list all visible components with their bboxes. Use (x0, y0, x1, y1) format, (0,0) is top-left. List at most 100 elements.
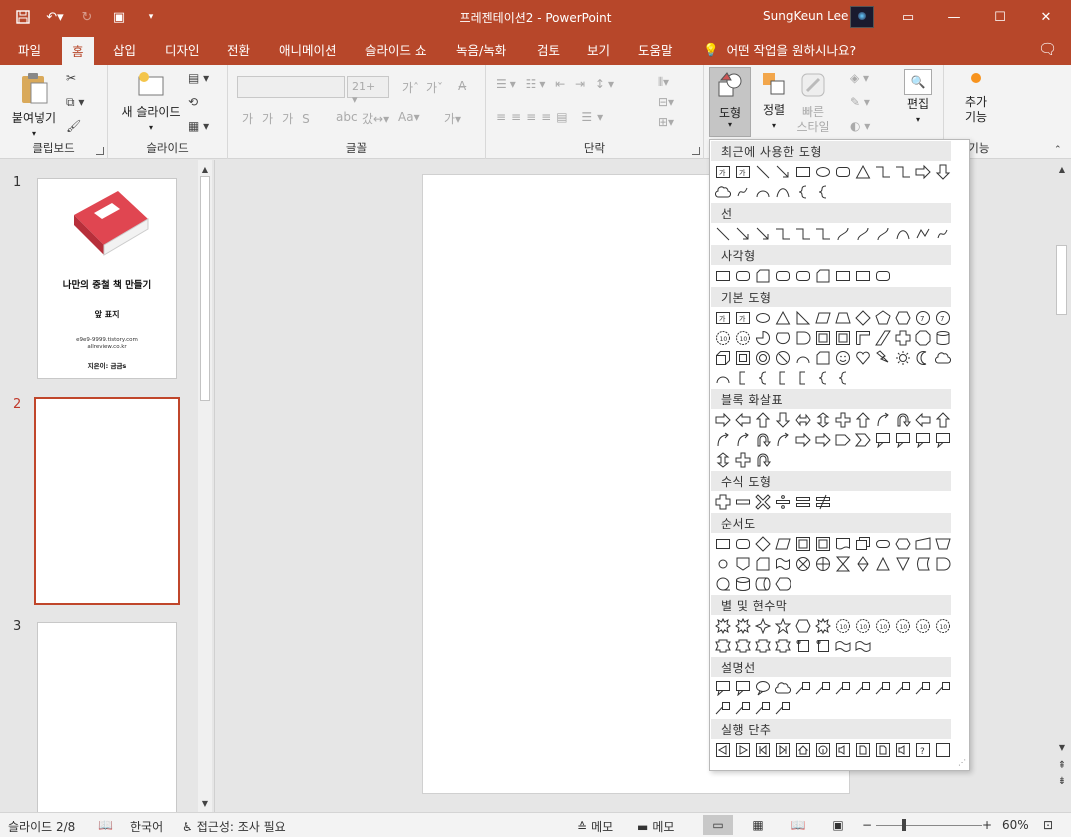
rrect-shape-icon[interactable] (733, 266, 753, 286)
cross-shape-icon[interactable] (833, 410, 853, 430)
seal-shape-icon[interactable]: 10 (873, 616, 893, 636)
stored-shape-icon[interactable] (913, 554, 933, 574)
line-shape-icon[interactable] (713, 224, 733, 244)
collapse-ribbon-icon[interactable]: ⌃ (1054, 145, 1062, 155)
resize-grip-icon[interactable]: ⋰ (958, 758, 966, 767)
reading-view-icon[interactable]: 📖 (783, 815, 813, 835)
tab-view[interactable]: 보기 (587, 40, 610, 59)
list-icons[interactable]: ☰▾ ☷▾ ⇤ ⇥ ↕▾ (496, 77, 617, 91)
tab-home[interactable]: 홈 (62, 37, 94, 65)
seal-shape-icon[interactable]: 10 (853, 616, 873, 636)
heart-shape-icon[interactable] (853, 348, 873, 368)
slideshow-view-icon[interactable]: ▣ (823, 815, 853, 835)
diag-shape-icon[interactable] (873, 328, 893, 348)
next-slide-icon[interactable]: ⇟ (1055, 774, 1069, 788)
bolt-shape-icon[interactable] (873, 348, 893, 368)
scrollbar-thumb[interactable] (200, 176, 210, 401)
quick-styles-button[interactable]: 빠른 스타일 (792, 71, 834, 135)
alignment-icons[interactable]: ≡≡≡≡▤ ☰▾ (496, 110, 608, 124)
btn-q-shape-icon[interactable]: ? (913, 740, 933, 760)
diamond-shape-icon[interactable] (753, 534, 773, 554)
rect-shape-icon[interactable] (853, 266, 873, 286)
fit-slide-icon[interactable]: ⊡ (1043, 818, 1053, 832)
elbow-shape-icon[interactable] (873, 162, 893, 182)
ribbon-shape-icon[interactable] (753, 636, 773, 656)
textbox-shape-icon[interactable]: 가 (713, 162, 733, 182)
btn-end-shape-icon[interactable] (773, 740, 793, 760)
reset-icon[interactable]: ⟲ (188, 95, 198, 109)
brace-shape-icon[interactable] (813, 368, 833, 388)
paragraph-launcher-icon[interactable] (692, 147, 700, 155)
tab-transitions[interactable]: 전환 (227, 40, 250, 59)
textbox-shape-icon[interactable]: 가 (733, 162, 753, 182)
tri-shape-icon[interactable] (773, 308, 793, 328)
frame-shape-icon[interactable] (813, 328, 833, 348)
callout-shape-icon[interactable] (913, 430, 933, 450)
comments-button[interactable]: ▬ 메모 (637, 818, 674, 835)
scroll-shape-icon[interactable] (793, 636, 813, 656)
bevel-shape-icon[interactable] (733, 348, 753, 368)
text-direction-icon[interactable]: ⫴▾ (658, 75, 669, 90)
slide-indicator[interactable]: 슬라이드 2/8 (8, 818, 75, 835)
prep-shape-icon[interactable] (893, 534, 913, 554)
callout-shape-icon[interactable] (933, 430, 953, 450)
curve-arrow-shape-icon[interactable] (713, 430, 733, 450)
mult-shape-icon[interactable] (753, 492, 773, 512)
zoom-out-icon[interactable]: − (862, 818, 872, 832)
scroll-down-icon[interactable]: ▼ (198, 796, 212, 810)
num-shape-icon[interactable]: 7 (933, 308, 953, 328)
curve-arrow-shape-icon[interactable] (873, 410, 893, 430)
tab-record[interactable]: 녹음/녹화 (456, 40, 506, 59)
slide-sorter-icon[interactable]: ▦ (743, 815, 773, 835)
equal-shape-icon[interactable] (793, 492, 813, 512)
brace-shape-icon[interactable] (793, 182, 813, 202)
char-spacing-icon[interactable]: 갔↔▾ (362, 110, 389, 127)
uturn-shape-icon[interactable] (753, 450, 773, 470)
seal-shape-icon[interactable]: 10 (713, 328, 733, 348)
ribbon-shape-icon[interactable] (733, 636, 753, 656)
freeform-shape-icon[interactable] (913, 224, 933, 244)
btn-next-shape-icon[interactable] (733, 740, 753, 760)
burst-shape-icon[interactable] (733, 616, 753, 636)
arrow-u-d-shape-icon[interactable] (813, 410, 833, 430)
scurve-shape-icon[interactable] (873, 224, 893, 244)
textbox-shape-icon[interactable]: 가 (713, 308, 733, 328)
sqbr-shape-icon[interactable] (793, 368, 813, 388)
brace-shape-icon[interactable] (813, 182, 833, 202)
font-format-icons[interactable]: 가가가S (242, 110, 319, 127)
paste-button[interactable]: 붙여넣기 ▾ (8, 71, 60, 141)
shape-fill-icon[interactable]: ◈ ▾ (850, 71, 869, 85)
pent-shape-icon[interactable] (873, 308, 893, 328)
tab-review[interactable]: 검토 (537, 40, 560, 59)
uturn-shape-icon[interactable] (753, 430, 773, 450)
tab-insert[interactable]: 삽입 (113, 40, 136, 59)
section-icon[interactable]: ▦ ▾ (188, 119, 209, 133)
minus-shape-icon[interactable] (733, 492, 753, 512)
btn-snd-shape-icon[interactable] (833, 740, 853, 760)
term-shape-icon[interactable] (873, 534, 893, 554)
font-size-field[interactable]: 21+ ▾ (347, 76, 389, 106)
tri-shape-icon[interactable] (853, 162, 873, 182)
elbow-shape-icon[interactable] (773, 224, 793, 244)
hex-shape-icon[interactable] (893, 308, 913, 328)
spelling-icon[interactable]: 📖 (98, 818, 113, 832)
maximize-icon[interactable]: ☐ (977, 0, 1023, 34)
tab-file[interactable]: 파일 (18, 40, 41, 59)
wave-shape-icon[interactable] (853, 636, 873, 656)
new-slide-button[interactable]: 새 슬라이드 ▾ (114, 71, 188, 135)
card-shape-icon[interactable] (813, 348, 833, 368)
sqbr-shape-icon[interactable] (733, 368, 753, 388)
merge-shape-icon[interactable] (893, 554, 913, 574)
align-text-icon[interactable]: ⊟▾ (658, 95, 674, 109)
arrow-r-shape-icon[interactable] (813, 430, 833, 450)
cross-shape-icon[interactable] (733, 450, 753, 470)
tab-animations[interactable]: 애니메이션 (279, 40, 337, 59)
ribbon-display-options-icon[interactable]: ▭ (885, 0, 931, 34)
user-avatar[interactable] (850, 6, 874, 28)
user-name[interactable]: SungKeun Lee (763, 9, 848, 23)
card-shape-icon[interactable] (813, 266, 833, 286)
rtri-shape-icon[interactable] (793, 308, 813, 328)
btn-home-shape-icon[interactable] (793, 740, 813, 760)
callout-shape-icon[interactable] (733, 678, 753, 698)
scroll-up-icon[interactable]: ▲ (198, 162, 212, 176)
